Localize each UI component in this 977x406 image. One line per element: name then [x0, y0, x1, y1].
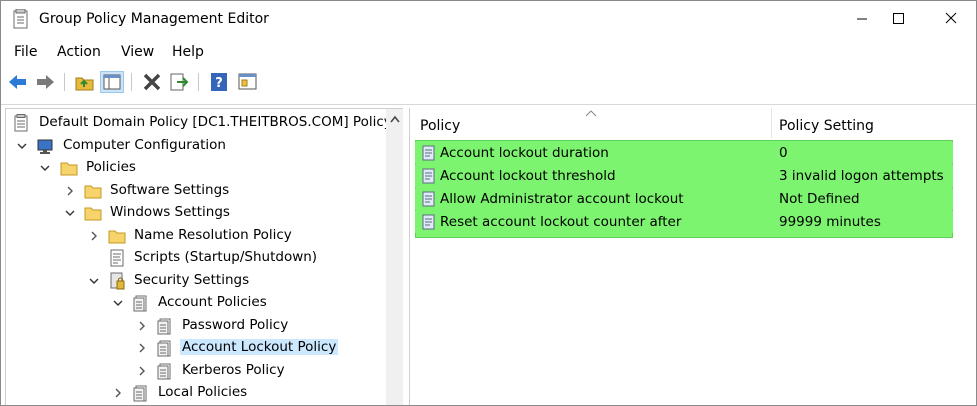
- policy-name: Allow Administrator account lockout: [440, 191, 684, 207]
- export-list-icon: [170, 73, 189, 91]
- forward-icon: [37, 75, 54, 89]
- menu-file[interactable]: File: [14, 44, 37, 60]
- script-icon: [110, 249, 124, 267]
- folder-icon: [84, 185, 102, 199]
- back-icon: [9, 75, 26, 89]
- toolbar-separator: [198, 73, 199, 91]
- show-hide-tree-button[interactable]: [100, 71, 124, 93]
- folder-icon: [60, 162, 78, 176]
- back-button[interactable]: [6, 71, 30, 93]
- folder-icon: [108, 230, 126, 244]
- menu-action[interactable]: Action: [57, 44, 101, 60]
- up-one-level-button[interactable]: [73, 71, 97, 93]
- policy-set-icon: [133, 295, 147, 312]
- policy-set-icon: [157, 363, 171, 380]
- list-row[interactable]: Allow Administrator account lockout Not …: [415, 188, 953, 210]
- policy-setting: 99999 minutes: [779, 214, 881, 230]
- title-bar: Group Policy Management Editor: [1, 1, 976, 37]
- help-icon: ?: [211, 73, 227, 91]
- delete-button[interactable]: [140, 71, 164, 93]
- tree-label: Kerberos Policy: [182, 362, 285, 378]
- tree-label: Name Resolution Policy: [134, 227, 292, 243]
- tree-label: Windows Settings: [110, 204, 230, 220]
- security-settings-icon: [110, 272, 125, 290]
- policy-name: Account lockout threshold: [440, 168, 616, 184]
- up-folder-icon: [75, 77, 94, 91]
- tree-label: Scripts (Startup/Shutdown): [134, 249, 318, 265]
- policy-setting-icon: [422, 145, 435, 161]
- tree-label: Software Settings: [110, 182, 230, 198]
- toolbar-separator: [131, 73, 132, 91]
- chevron-right-icon[interactable]: [88, 230, 100, 242]
- properties-button[interactable]: [236, 71, 260, 93]
- tree-label: Account Policies: [158, 294, 267, 310]
- policy-document-icon: [14, 114, 28, 132]
- list-row[interactable]: Account lockout duration 0: [415, 142, 953, 164]
- window-title: Group Policy Management Editor: [39, 11, 269, 27]
- show-hide-tree-icon: [103, 74, 121, 90]
- maximize-button[interactable]: [875, 1, 921, 37]
- help-button[interactable]: ?: [207, 71, 231, 93]
- policy-setting-icon: [422, 214, 435, 230]
- policy-set-icon: [133, 385, 147, 402]
- chevron-down-icon[interactable]: [112, 297, 124, 309]
- policy-name: Reset account lockout counter after: [440, 214, 682, 230]
- policy-set-icon: [157, 340, 171, 357]
- column-header-label: Policy: [420, 118, 461, 134]
- policy-setting: 3 invalid logon attempts: [779, 168, 944, 184]
- toolbar-separator: [64, 73, 65, 91]
- menu-help[interactable]: Help: [172, 44, 204, 60]
- chevron-right-icon[interactable]: [136, 365, 148, 377]
- policy-setting: 0: [779, 145, 788, 161]
- list-row[interactable]: Account lockout threshold 3 invalid logo…: [415, 165, 953, 187]
- chevron-right-icon[interactable]: [136, 342, 148, 354]
- policy-setting-icon: [422, 168, 435, 184]
- chevron-right-icon[interactable]: [112, 387, 124, 399]
- chevron-down-icon[interactable]: [64, 207, 76, 219]
- details-pane: Policy Policy Setting Account lockout du…: [409, 108, 976, 405]
- svg-text:?: ?: [215, 76, 223, 91]
- tree-label: Local Policies: [158, 384, 248, 400]
- tree-label: Computer Configuration: [63, 137, 226, 153]
- close-icon: [945, 12, 957, 24]
- policy-name: Account lockout duration: [440, 145, 609, 161]
- chevron-right-icon[interactable]: [136, 320, 148, 332]
- menu-view[interactable]: View: [121, 44, 154, 60]
- pane-divider: [1, 104, 976, 105]
- policy-setting-icon: [422, 191, 435, 207]
- column-header-policy-setting[interactable]: Policy Setting: [772, 108, 976, 138]
- policy-set-icon: [157, 318, 171, 335]
- menu-bar: File Action View Help: [1, 39, 976, 65]
- toolbar: ?: [1, 67, 976, 97]
- tree-label: Policies: [86, 159, 136, 175]
- app-window: Group Policy Management Editor File Acti…: [0, 0, 977, 406]
- policy-setting: Not Defined: [779, 191, 860, 207]
- tree-vertical-scrollbar[interactable]: [386, 109, 403, 405]
- chevron-right-icon[interactable]: [64, 185, 76, 197]
- forward-button[interactable]: [33, 71, 57, 93]
- chevron-down-icon[interactable]: [39, 162, 51, 174]
- tree-label: Account Lockout Policy: [180, 339, 339, 355]
- tree-label: Password Policy: [182, 317, 289, 333]
- close-button[interactable]: [929, 1, 975, 37]
- chevron-down-icon[interactable]: [16, 140, 28, 152]
- gpme-app-icon: [13, 9, 28, 29]
- column-header-label: Policy Setting: [779, 118, 874, 134]
- folder-icon: [84, 207, 102, 221]
- chevron-down-icon[interactable]: [88, 275, 100, 287]
- properties-icon: [238, 73, 257, 90]
- list-row[interactable]: Reset account lockout counter after 9999…: [415, 211, 953, 233]
- maximize-icon: [893, 13, 904, 24]
- column-header-policy[interactable]: Policy: [410, 108, 770, 138]
- console-tree[interactable]: Default Domain Policy [DC1.THEITBROS.COM…: [5, 108, 405, 405]
- export-list-button[interactable]: [167, 71, 191, 93]
- delete-icon: [143, 73, 161, 91]
- scroll-up-arrow-icon[interactable]: [390, 115, 400, 123]
- tree-label: Security Settings: [134, 272, 250, 288]
- sort-ascending-icon: [585, 110, 597, 117]
- computer-icon: [37, 139, 53, 154]
- tree-label: Default Domain Policy [DC1.THEITBROS.COM…: [39, 114, 392, 130]
